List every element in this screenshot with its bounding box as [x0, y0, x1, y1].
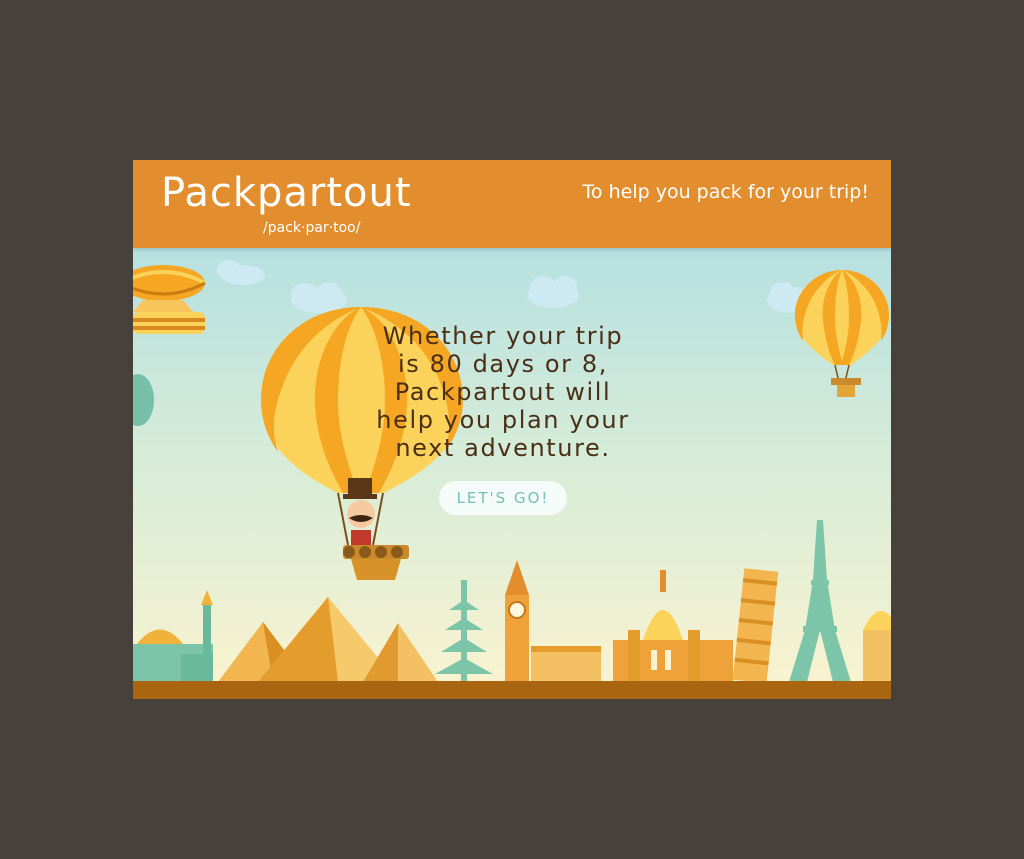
hero-message: Whether your trip is 80 days or 8, Packp…	[353, 322, 653, 462]
header-bar: Packpartout /pack·par·too/ To help you p…	[133, 160, 891, 248]
hero-section: Whether your trip is 80 days or 8, Packp…	[353, 322, 653, 515]
hero-line: Packpartout will	[394, 378, 612, 406]
app-window: Packpartout /pack·par·too/ To help you p…	[133, 160, 891, 699]
brand-pronunciation: /pack·par·too/	[263, 220, 361, 236]
hero-line: Whether your trip	[382, 322, 624, 350]
ground-strip	[133, 681, 891, 699]
header-tagline: To help you pack for your trip!	[582, 181, 869, 203]
hero-line: next adventure.	[395, 434, 611, 462]
hero-line: help you plan your	[376, 406, 630, 434]
brand-logo[interactable]: Packpartout	[161, 170, 412, 216]
lets-go-button[interactable]: LET'S GO!	[438, 481, 568, 515]
hero-line: is 80 days or 8,	[398, 350, 608, 378]
